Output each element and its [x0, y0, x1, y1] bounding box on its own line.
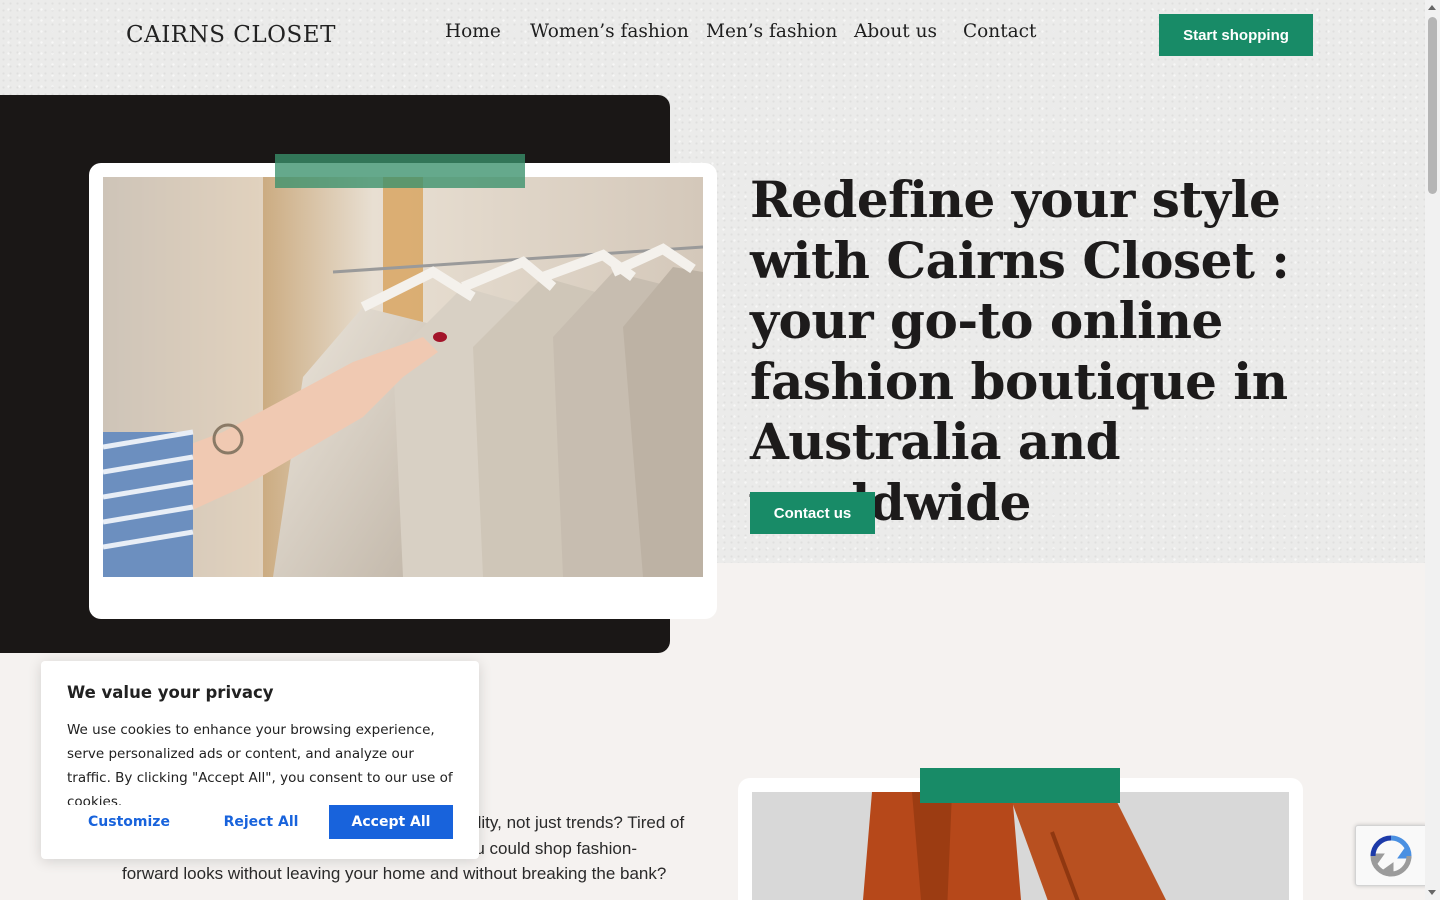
cookie-reject-all-button[interactable]: Reject All — [199, 805, 323, 839]
cookie-accept-all-button[interactable]: Accept All — [329, 805, 453, 839]
orange-dress-illustration — [752, 792, 1289, 900]
secondary-photo — [752, 792, 1289, 900]
nav-item-contact[interactable]: Contact — [963, 21, 1036, 42]
cookie-customize-button[interactable]: Customize — [67, 805, 191, 839]
nav-item-mens-fashion[interactable]: Men’s fashion — [706, 21, 837, 42]
hero-photo — [103, 177, 703, 577]
page-scrollbar[interactable] — [1425, 0, 1440, 900]
recaptcha-badge[interactable] — [1355, 825, 1427, 886]
nav-item-home[interactable]: Home — [445, 21, 501, 42]
hero-photo-accent-tab — [275, 154, 525, 188]
cookie-banner: We value your privacy We use cookies to … — [41, 661, 479, 859]
secondary-photo-accent-tab — [920, 768, 1120, 803]
clothes-rack-illustration — [103, 177, 703, 577]
scrollbar-thumb[interactable] — [1428, 17, 1437, 194]
hero-heading: Redefine your style with Cairns Closet :… — [750, 170, 1290, 532]
contact-us-button[interactable]: Contact us — [750, 492, 875, 534]
nav-item-about-us[interactable]: About us — [854, 21, 937, 42]
nav-item-womens-fashion[interactable]: Women’s fashion — [530, 21, 689, 42]
site-logo[interactable]: CAIRNS CLOSET — [126, 22, 336, 48]
start-shopping-button[interactable]: Start shopping — [1159, 14, 1313, 56]
cookie-banner-title: We value your privacy — [67, 683, 274, 702]
scroll-down-icon[interactable] — [1428, 890, 1436, 895]
recaptcha-icon — [1370, 835, 1412, 877]
cookie-banner-text: We use cookies to enhance your browsing … — [67, 722, 453, 810]
scroll-up-icon[interactable] — [1428, 5, 1436, 10]
